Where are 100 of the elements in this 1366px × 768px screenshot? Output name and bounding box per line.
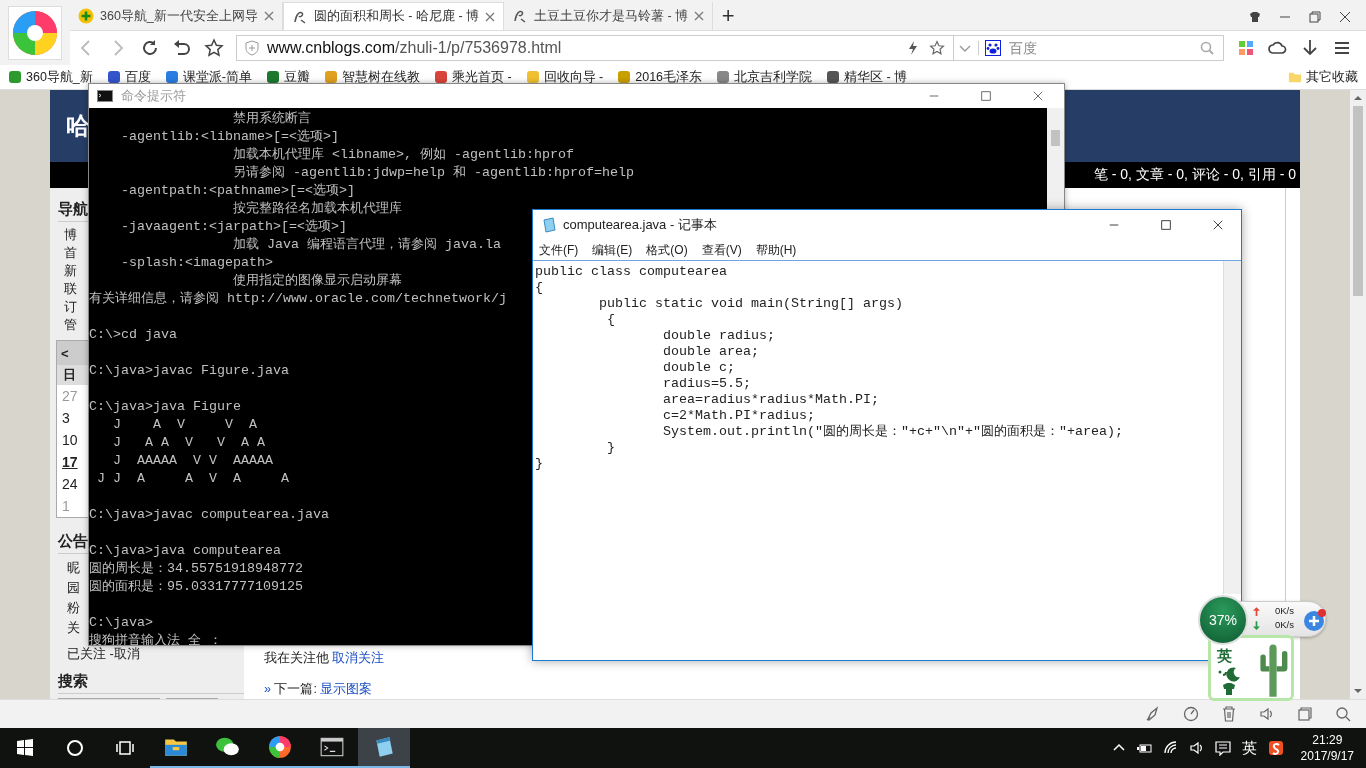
bookmark-icon (106, 70, 121, 84)
maximize-icon[interactable] (980, 90, 992, 102)
nav-link[interactable]: 订 (58, 298, 77, 316)
code-line: } (605, 440, 616, 456)
code-line: double c; (661, 360, 736, 376)
bookmark-item[interactable]: 智慧树在线教 (324, 68, 420, 86)
bookmark-item[interactable]: 2016毛泽东 (617, 68, 703, 86)
menu-item[interactable]: 查看(V) (701, 241, 742, 259)
bookmark-item[interactable]: 乘光首页 - (434, 68, 512, 86)
plus-icon[interactable] (1303, 608, 1327, 632)
bookmark-item[interactable]: 豆瓣 (266, 68, 310, 86)
input-method-label: 英 (1217, 647, 1232, 666)
nav-link[interactable]: 新 (58, 262, 77, 280)
console-line: C:\java> (89, 614, 153, 632)
browser-logo[interactable] (8, 5, 62, 60)
close-icon[interactable] (1032, 90, 1044, 102)
memory-percent: 37% (1209, 612, 1237, 628)
volume-icon[interactable] (1188, 740, 1205, 756)
bookmark-item[interactable]: 百度 (106, 68, 151, 86)
weekday-label: 日 (63, 366, 76, 384)
sogou-icon[interactable] (1267, 740, 1284, 756)
calendar-day[interactable]: 10 (62, 432, 78, 448)
notification-icon[interactable] (1214, 740, 1231, 756)
unfollow-link[interactable]: 取消关注 (332, 651, 385, 665)
browser-tab[interactable]: 圆的面积和周长 - 哈尼鹿 - 博 (282, 2, 505, 30)
taskbar-app[interactable] (358, 728, 410, 768)
nav-link[interactable]: 联 (58, 280, 77, 298)
nav-link[interactable]: 博 (58, 226, 77, 244)
clock-time: 21:29 (1312, 732, 1343, 748)
moon-icon[interactable] (1217, 666, 1241, 682)
nav-link[interactable]: 首 (58, 244, 77, 262)
bookmark-item[interactable]: 精华区 - 博 (826, 68, 908, 86)
follow-status[interactable]: 已关注 -取消 (58, 644, 140, 664)
bookmark-item[interactable]: 课堂派-简单 (164, 68, 252, 86)
bookmark-item[interactable]: 北京吉利学院 (716, 68, 813, 86)
scroll-thumb[interactable] (1353, 106, 1363, 296)
star-icon[interactable] (929, 40, 945, 56)
download-icon[interactable] (1300, 38, 1320, 58)
bookmark-icon (617, 70, 632, 84)
window-icon[interactable] (1296, 705, 1314, 723)
page-scrollbar[interactable] (1350, 90, 1366, 699)
restore-icon[interactable] (1308, 10, 1322, 24)
shirt-icon[interactable] (1248, 10, 1262, 24)
console-line: -agentlib:<libname>[=<选项>] (120, 128, 339, 146)
folder-icon (1288, 70, 1302, 84)
reload-icon[interactable] (140, 38, 160, 58)
blog-title: 哈 (66, 111, 90, 141)
shirt-icon[interactable] (1221, 682, 1237, 696)
profile-label: 关 (66, 619, 80, 637)
console-line: 加载 Java 编程语言代理，请参阅 java.la (231, 236, 501, 254)
bookmark-folder[interactable]: 其它收藏 (1288, 68, 1358, 86)
search-bar[interactable]: 百度 (954, 35, 1224, 61)
bookmark-item[interactable]: 360导航_新 (8, 68, 93, 86)
close-icon[interactable] (485, 11, 496, 22)
bookmark-icon (266, 70, 280, 84)
input-method-indicator[interactable]: 英 (1241, 738, 1257, 758)
menu-item[interactable]: 文件(F) (539, 241, 579, 259)
chevron-down-icon[interactable] (958, 41, 979, 55)
profile-label: 粉 (66, 599, 80, 617)
next-post-link[interactable]: 显示图案 (320, 682, 373, 696)
star-icon[interactable] (204, 38, 224, 58)
bookmark-item[interactable]: 回收向导 - (525, 68, 604, 86)
editor-scrollbar[interactable] (1223, 261, 1241, 594)
console-line: 禁用系统断言 (231, 110, 311, 128)
profile-label: 昵 (66, 559, 80, 577)
paw-icon (985, 40, 1001, 56)
notepad-icon (541, 217, 557, 233)
bookmark-icon (434, 70, 448, 84)
nav-link[interactable]: 管 (58, 316, 77, 334)
code-line: c=2*Math.PI*radius; (661, 408, 816, 424)
speedometer-icon[interactable] (1182, 705, 1200, 723)
plus-circle-icon (78, 8, 94, 24)
skin-card[interactable]: 英 (1208, 635, 1294, 701)
bookmark-icon (525, 70, 540, 84)
console-line: C:\java>java Figure (89, 398, 241, 416)
window-title: computearea.java - 记事本 (563, 216, 718, 234)
wifi-icon[interactable] (1162, 740, 1179, 756)
menu-item[interactable]: 格式(O) (646, 241, 688, 259)
new-tab-button[interactable]: + (713, 2, 744, 30)
next-label: 下一篇: (274, 682, 317, 696)
address-bar[interactable]: www.cnblogs.com/zhuli-1/p/7536978.html (236, 35, 954, 61)
undo-icon[interactable] (172, 38, 192, 58)
calendar-day[interactable]: 24 (62, 476, 78, 492)
calendar-day[interactable]: 17 (62, 454, 78, 470)
previous-month-link[interactable]: < (61, 345, 69, 361)
calendar-day[interactable]: 3 (62, 410, 70, 426)
clock[interactable]: 21:29 2017/9/17 (1288, 732, 1366, 764)
trash-icon[interactable] (1220, 705, 1238, 723)
search-icon[interactable] (1334, 705, 1352, 723)
scroll-down-icon[interactable] (1353, 686, 1363, 696)
close-icon[interactable] (1338, 10, 1352, 24)
scroll-thumb[interactable] (1051, 130, 1060, 146)
sidebar-heading: 搜索 (58, 670, 244, 694)
code-line: double radius; (661, 328, 776, 344)
apps-grid-icon[interactable] (1236, 38, 1256, 58)
menu-item[interactable]: 帮助(H) (755, 241, 797, 259)
menu-item[interactable]: 编辑(E) (592, 241, 633, 259)
code-line: { (605, 312, 616, 328)
scroll-up-icon[interactable] (1353, 93, 1363, 103)
follow-text: 我在关注他 (264, 651, 329, 665)
